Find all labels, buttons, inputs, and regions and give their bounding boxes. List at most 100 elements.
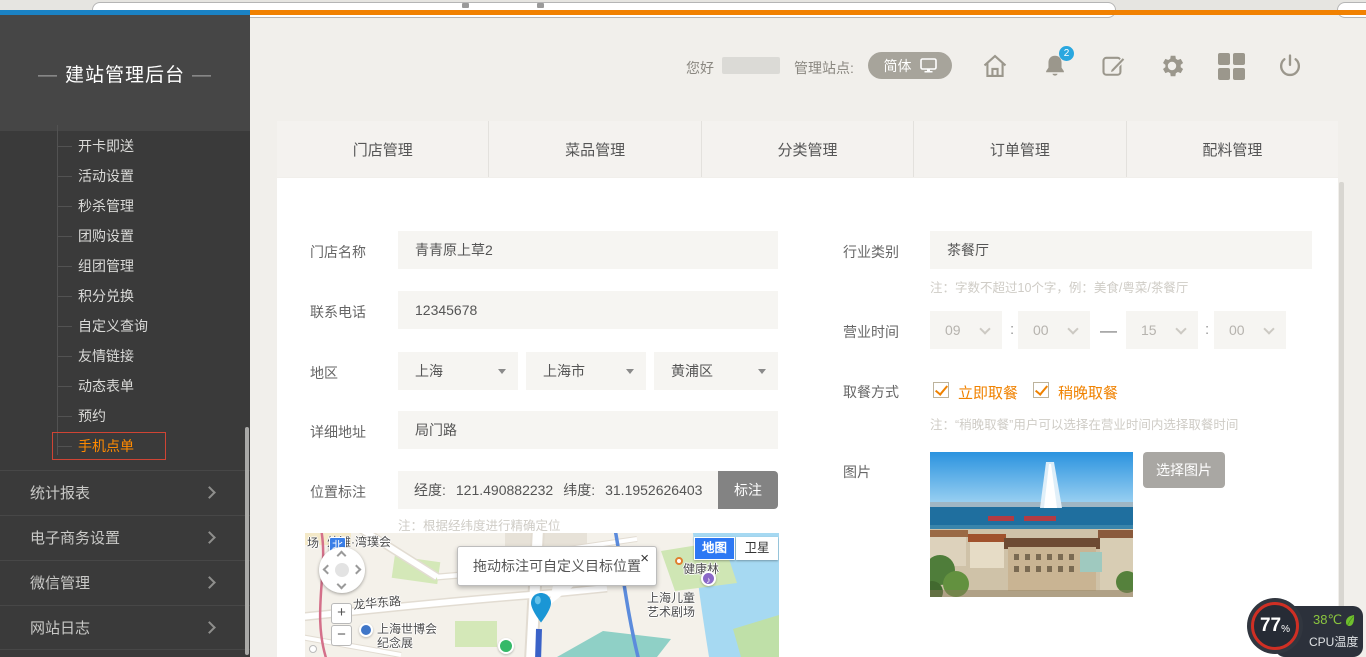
pan-knob	[335, 563, 349, 577]
pickup-now-checkbox[interactable]	[933, 382, 949, 398]
zoom-in-button[interactable]: +	[331, 603, 352, 624]
app-title: —建站管理后台—	[31, 65, 219, 86]
location-map[interactable]: 场 外滩·湾璞会 龙华东路 上海世博会 纪念展 健康林 上海儿童 艺术剧场 ♪ …	[305, 533, 779, 657]
industry-input[interactable]: 茶餐厅	[930, 231, 1312, 269]
sidebar-item-kaikajisong[interactable]: 开卡即送	[0, 131, 250, 161]
notifications-button[interactable]: 2	[1041, 52, 1069, 80]
address-bar-glyph	[462, 3, 469, 8]
hours-label: 营业时间	[843, 322, 899, 342]
close-minute-value: 00	[1229, 322, 1245, 338]
title-dash: —	[38, 65, 58, 86]
open-hour-value: 09	[945, 322, 961, 338]
manage-site-label: 管理站点:	[794, 58, 854, 78]
sidebar-section-tongjibaobiao[interactable]: 统计报表	[0, 470, 250, 515]
open-hour-select[interactable]: 09	[930, 311, 1002, 349]
province-value: 上海	[415, 363, 443, 379]
browser-edge	[0, 0, 1366, 10]
pickup-label: 取餐方式	[843, 382, 899, 402]
industry-label: 行业类别	[843, 242, 899, 262]
content-scrollbar[interactable]	[1339, 182, 1344, 657]
map-tooltip: 拖动标注可自定义目标位置 ×	[457, 546, 657, 586]
choose-image-button[interactable]: 选择图片	[1143, 452, 1225, 488]
phone-input[interactable]: 12345678	[398, 291, 778, 329]
edit-icon	[1100, 52, 1128, 80]
music-note-icon: ♪	[701, 571, 716, 586]
image-label: 图片	[843, 462, 871, 482]
store-name-input[interactable]: 青青原上草2	[398, 231, 778, 269]
address-input[interactable]: 局门路	[398, 411, 778, 449]
edit-button[interactable]	[1100, 52, 1128, 80]
museum-icon	[359, 623, 373, 637]
sidebar-item-dongtaibiaodan[interactable]: 动态表单	[0, 371, 250, 401]
close-hour-select[interactable]: 15	[1126, 311, 1198, 349]
section-label: 微信管理	[30, 575, 90, 592]
sidebar-item-huodongshezhi[interactable]: 活动设置	[0, 161, 250, 191]
sidebar-item-miaoshaguanli[interactable]: 秒杀管理	[0, 191, 250, 221]
city-select[interactable]: 上海市	[526, 352, 646, 390]
close-hour-value: 15	[1141, 322, 1157, 338]
sidebar-item-zidingyichaxun[interactable]: 自定义查询	[0, 311, 250, 341]
tab-order-management[interactable]: 订单管理	[913, 121, 1125, 177]
district-select[interactable]: 黄浦区	[654, 352, 778, 390]
settings-button[interactable]	[1158, 52, 1186, 80]
tab-dish-management[interactable]: 菜品管理	[488, 121, 700, 177]
sidebar-submenu: 开卡即送 活动设置 秒杀管理 团购设置 组团管理 积分兑换 自定义查询 友情链接…	[0, 131, 250, 461]
close-icon[interactable]: ×	[638, 549, 651, 568]
monitor-icon	[920, 58, 937, 73]
tab-category-management[interactable]: 分类管理	[701, 121, 913, 177]
map-mode-button[interactable]: 地图	[694, 537, 735, 560]
park-icon	[498, 638, 514, 654]
cpu-percent: 77	[1260, 615, 1281, 637]
map-pin-icon[interactable]	[531, 593, 551, 628]
section-label: 统计报表	[30, 485, 90, 502]
sidebar-item-jifenduihuan[interactable]: 积分兑换	[0, 281, 250, 311]
dropdown-arrow-icon	[498, 369, 506, 374]
cpu-monitor-widget[interactable]: 77 % 38℃ CPU温度	[1251, 602, 1363, 657]
store-form-panel: 门店名称 青青原上草2 联系电话 12345678 地区 上海 上海市 黄浦区 …	[277, 178, 1338, 657]
sidebar-item-tuangoushezhi[interactable]: 团购设置	[0, 221, 250, 251]
section-label: 网站日志	[30, 620, 90, 637]
mark-location-button[interactable]: 标注	[718, 471, 778, 509]
zoom-out-button[interactable]: −	[331, 625, 352, 646]
gear-icon	[1158, 52, 1186, 80]
pickup-later-checkbox[interactable]	[1033, 382, 1049, 398]
sidebar-item-yuyue[interactable]: 预约	[0, 401, 250, 431]
logout-button[interactable]	[1276, 52, 1304, 80]
map-pan-control[interactable]	[319, 547, 365, 593]
close-minute-select[interactable]: 00	[1214, 311, 1286, 349]
leaf-icon	[1345, 614, 1355, 627]
open-minute-select[interactable]: 00	[1018, 311, 1090, 349]
sidebar-scrollbar[interactable]	[245, 427, 249, 655]
sidebar-section-dianzishangwu[interactable]: 电子商务设置	[0, 515, 250, 560]
district-value: 黄浦区	[671, 363, 713, 379]
satellite-mode-button[interactable]: 卫星	[736, 537, 778, 560]
sidebar-section-weixinguanli[interactable]: 微信管理	[0, 560, 250, 605]
map-tooltip-text: 拖动标注可自定义目标位置	[473, 558, 641, 574]
grid-icon	[1217, 52, 1245, 81]
chevron-right-icon	[203, 531, 216, 544]
title-dash: —	[192, 65, 212, 86]
address-bar-glyph	[537, 3, 544, 8]
sidebar-item-shoujidiandan-active[interactable]: 手机点单	[0, 431, 250, 461]
username-redacted	[722, 57, 780, 74]
pan-right-icon	[352, 565, 362, 575]
phone-label: 联系电话	[310, 302, 366, 322]
home-button[interactable]	[981, 52, 1009, 80]
apps-button[interactable]	[1217, 52, 1245, 80]
pan-down-icon	[337, 580, 347, 590]
province-select[interactable]: 上海	[398, 352, 518, 390]
notification-badge: 2	[1059, 46, 1074, 61]
sidebar-section-wangzhanrizhi[interactable]: 网站日志	[0, 605, 250, 650]
cpu-usage-gauge: 77 %	[1251, 602, 1299, 650]
section-label: 电子商务设置	[30, 530, 120, 547]
sidebar-header: —建站管理后台—	[0, 15, 250, 131]
accent-bar-orange	[250, 10, 1366, 15]
longitude-value: 121.490882232	[456, 482, 553, 498]
sidebar-item-zutuanguanli[interactable]: 组团管理	[0, 251, 250, 281]
coordinates-field[interactable]: 经度:121.490882232纬度:31.1952626403	[398, 471, 718, 509]
tab-store-management[interactable]: 门店管理	[277, 121, 488, 177]
map-label-edge: 场	[307, 534, 319, 551]
language-switch-button[interactable]: 简体	[868, 52, 952, 79]
sidebar-item-youqinglianjie[interactable]: 友情链接	[0, 341, 250, 371]
tab-ingredient-management[interactable]: 配料管理	[1126, 121, 1338, 177]
